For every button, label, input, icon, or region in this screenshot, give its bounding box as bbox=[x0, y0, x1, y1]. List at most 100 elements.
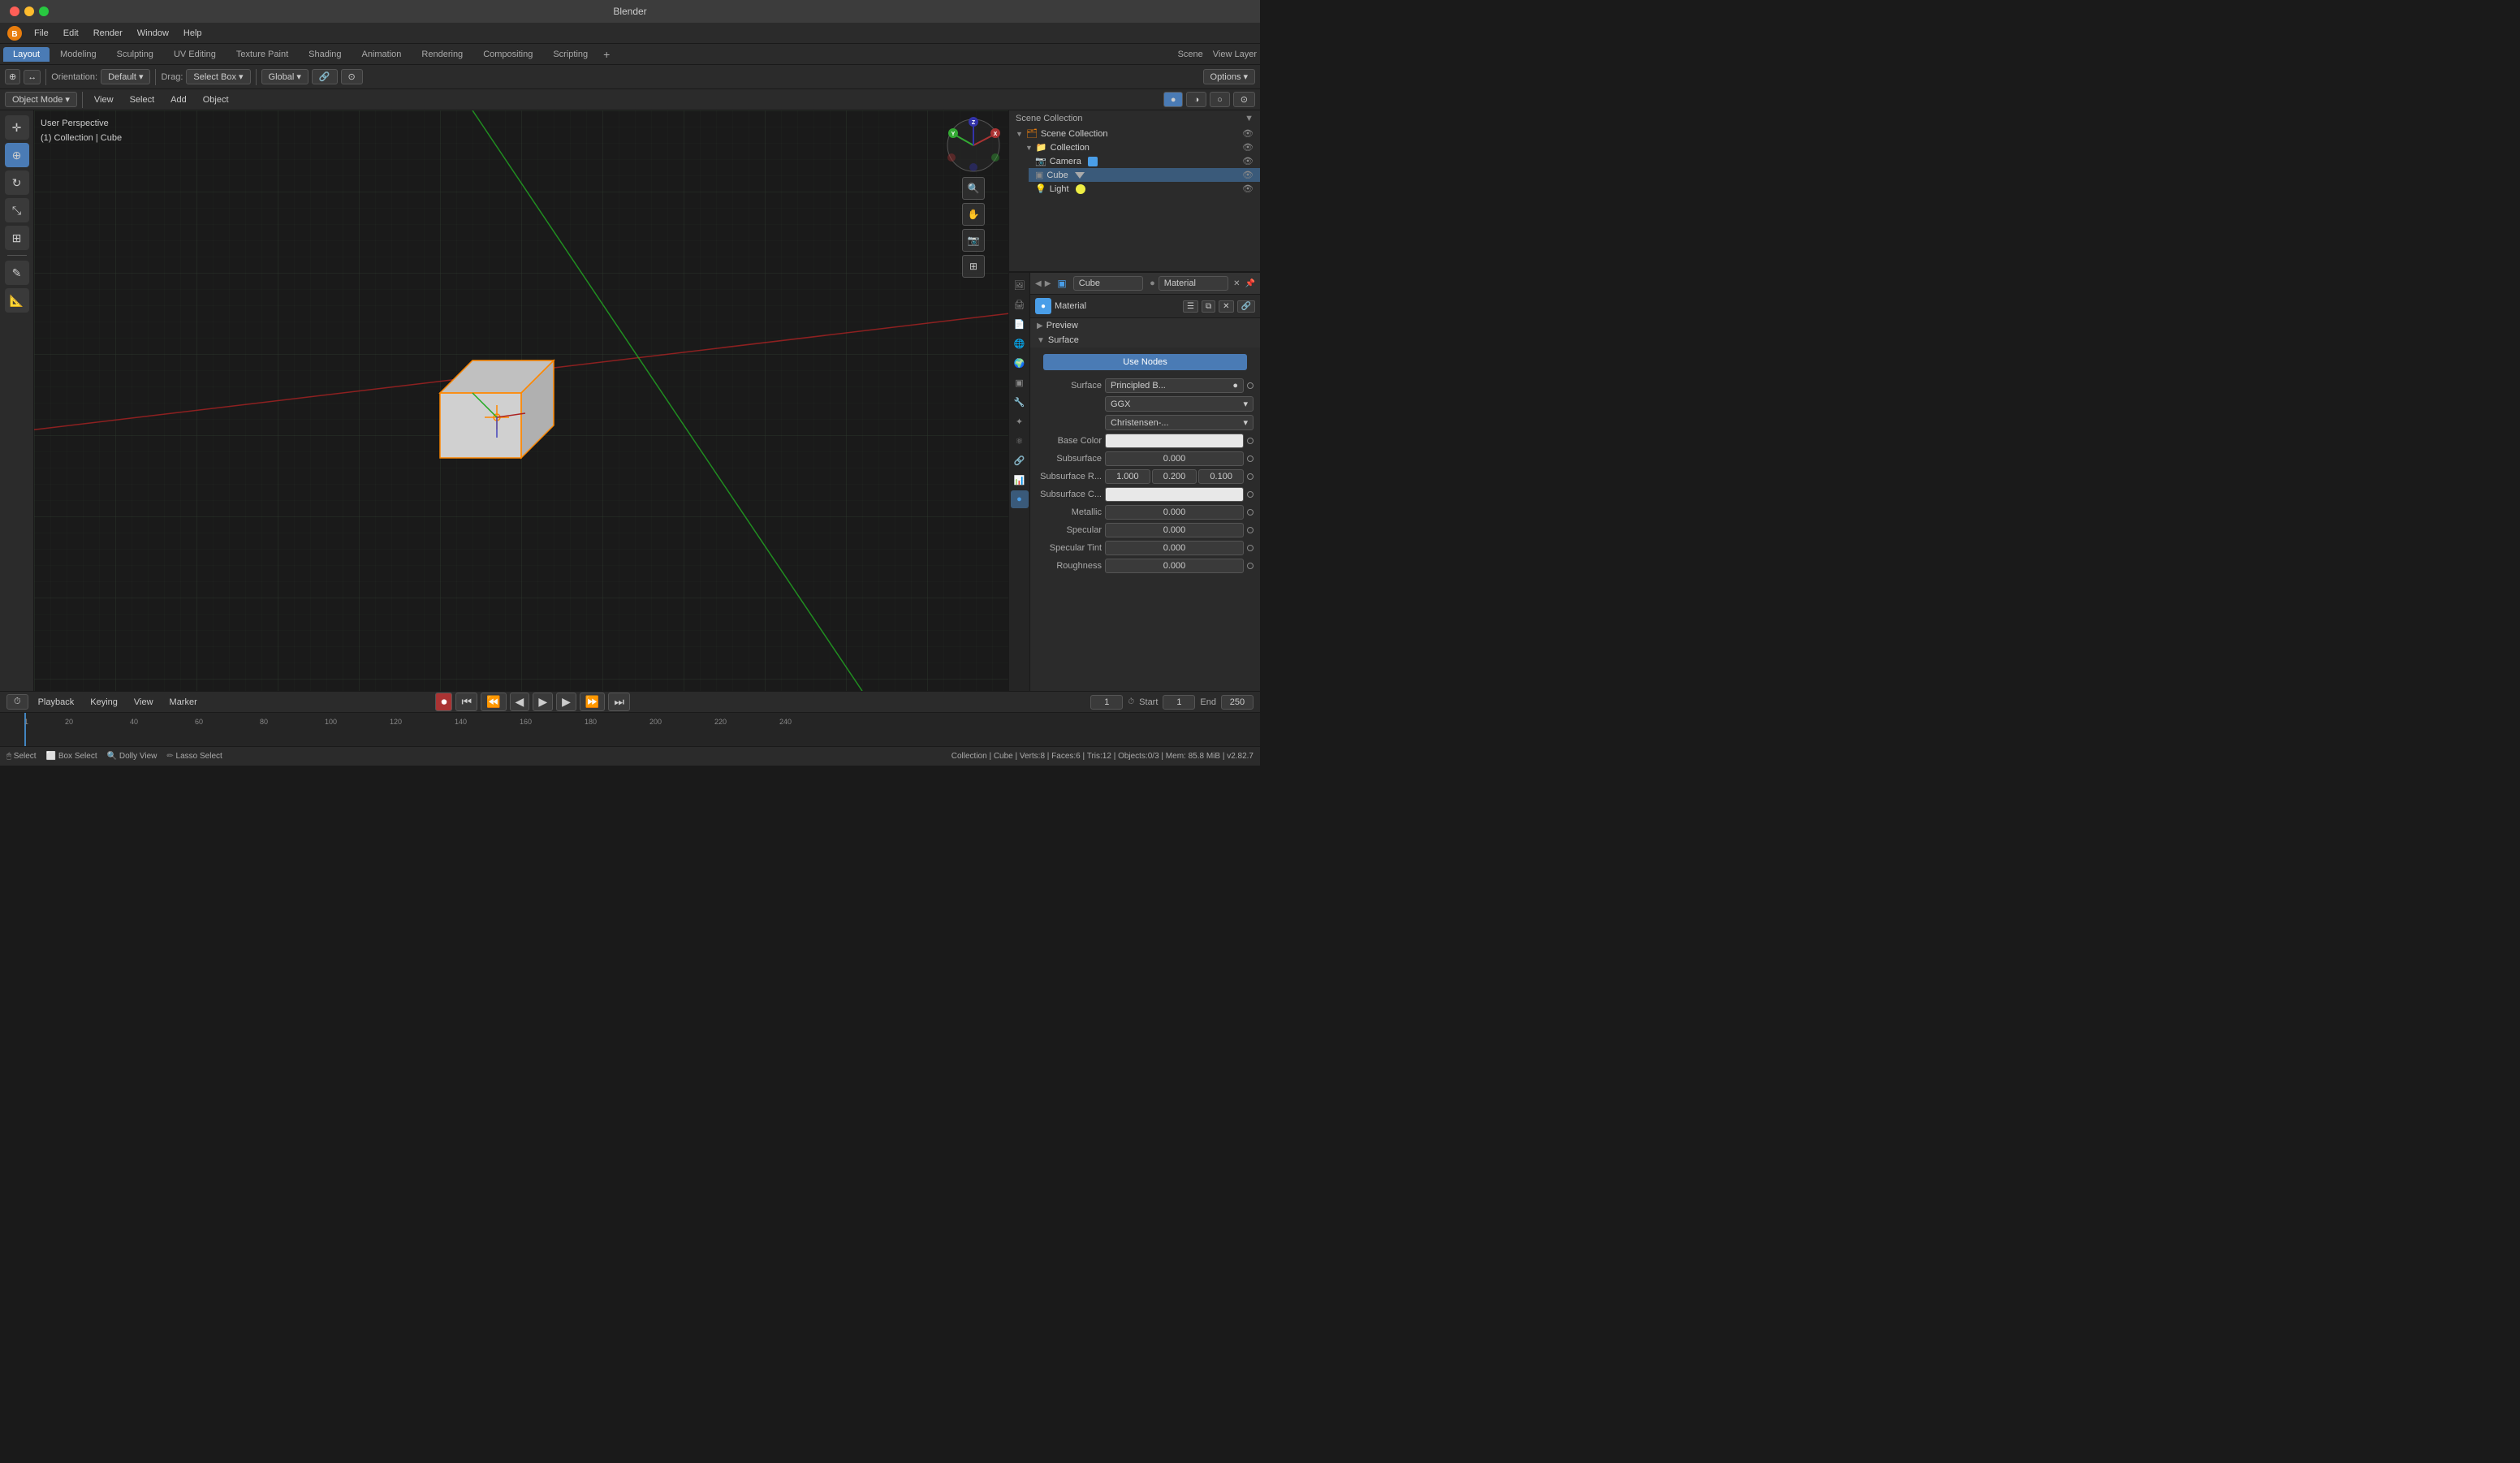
props-tab-output[interactable]: 🖨 bbox=[1011, 296, 1029, 313]
object-menu[interactable]: Object bbox=[196, 93, 235, 106]
prev-frame-btn[interactable]: ⏪ bbox=[481, 693, 506, 711]
tool-move[interactable]: ⊕ bbox=[5, 143, 29, 167]
playback-menu[interactable]: Playback bbox=[32, 696, 81, 709]
subsurface-c-swatch[interactable] bbox=[1105, 487, 1244, 502]
collection-eye[interactable]: 👁 bbox=[1242, 142, 1254, 153]
collection-item[interactable]: ▼ 📁 Collection 👁 bbox=[1019, 140, 1260, 154]
scene-selector[interactable]: Scene bbox=[1178, 50, 1203, 59]
next-frame-btn[interactable]: ⏩ bbox=[580, 693, 605, 711]
start-frame[interactable]: 1 bbox=[1163, 695, 1195, 710]
proportional-btn[interactable]: ⊙ bbox=[341, 69, 363, 84]
menu-help[interactable]: Help bbox=[177, 27, 209, 40]
tab-rendering[interactable]: Rendering bbox=[412, 47, 472, 62]
viewport-overlay[interactable]: ⊙ bbox=[1233, 92, 1255, 107]
viewport-nav-btn[interactable]: ⊕ bbox=[5, 69, 20, 84]
props-tab-data[interactable]: 📊 bbox=[1011, 471, 1029, 489]
tool-cursor[interactable]: ✛ bbox=[5, 115, 29, 140]
tab-scripting[interactable]: Scripting bbox=[543, 47, 598, 62]
outliner-filter[interactable]: ▼ bbox=[1245, 114, 1254, 123]
subsurface-r-val1[interactable]: 1.000 bbox=[1105, 469, 1150, 484]
cube-eye[interactable]: 👁 bbox=[1242, 170, 1254, 180]
props-nav-right[interactable]: ▶ bbox=[1045, 279, 1051, 288]
metallic-value[interactable]: 0.000 bbox=[1105, 505, 1244, 520]
camera-item[interactable]: 📷 Camera 👁 bbox=[1029, 154, 1260, 168]
options-btn[interactable]: Options ▾ bbox=[1203, 69, 1255, 84]
subsurface-value[interactable]: 0.000 bbox=[1105, 451, 1244, 466]
skip-end-btn[interactable]: ⏭ bbox=[608, 693, 630, 711]
specular-tint-value[interactable]: 0.000 bbox=[1105, 541, 1244, 555]
timeline-ruler[interactable]: 1 20 40 60 80 100 120 140 160 180 200 22… bbox=[0, 713, 1260, 746]
zoom-in-btn[interactable]: 🔍 bbox=[962, 177, 985, 200]
props-tab-scene[interactable]: 🌐 bbox=[1011, 334, 1029, 352]
select-menu[interactable]: Select bbox=[123, 93, 162, 106]
camera-eye[interactable]: 👁 bbox=[1242, 156, 1254, 166]
base-color-dot[interactable] bbox=[1247, 438, 1254, 444]
menu-window[interactable]: Window bbox=[131, 27, 175, 40]
zoom-out-btn[interactable]: ✋ bbox=[962, 203, 985, 226]
add-workspace-button[interactable]: + bbox=[598, 46, 615, 63]
menu-edit[interactable]: Edit bbox=[57, 27, 85, 40]
material-copy-btn[interactable]: ⧉ bbox=[1202, 300, 1215, 313]
mode-selector[interactable]: Object Mode ▾ bbox=[5, 92, 77, 107]
tab-texture-paint[interactable]: Texture Paint bbox=[227, 47, 298, 62]
subsurface-r-dot[interactable] bbox=[1247, 473, 1254, 480]
viewport-3d[interactable]: User Perspective (1) Collection | Cube X… bbox=[34, 110, 1008, 691]
subsurface-c-dot[interactable] bbox=[1247, 491, 1254, 498]
skip-start-btn[interactable]: ⏮ bbox=[455, 693, 477, 711]
props-tab-material[interactable]: ● bbox=[1011, 490, 1029, 508]
tool-scale[interactable]: ⤡ bbox=[5, 198, 29, 222]
viewport-shading-solid[interactable]: ● bbox=[1163, 92, 1184, 107]
prev-keyframe-btn[interactable]: ◀ bbox=[510, 693, 530, 711]
props-nav-left[interactable]: ◀ bbox=[1035, 279, 1042, 288]
material-pin-btn[interactable]: 🔗 bbox=[1237, 300, 1255, 313]
pin-icon[interactable]: 📌 bbox=[1245, 279, 1255, 288]
pivot-selector[interactable]: Global ▾ bbox=[261, 69, 309, 84]
tab-compositing[interactable]: Compositing bbox=[473, 47, 542, 62]
viewport-shading-render[interactable]: ○ bbox=[1210, 92, 1230, 107]
surface-section-header[interactable]: ▼ Surface bbox=[1030, 333, 1260, 347]
specular-dot[interactable] bbox=[1247, 527, 1254, 533]
material-del-btn[interactable]: ✕ bbox=[1219, 300, 1233, 313]
light-item[interactable]: 💡 Light 👁 bbox=[1029, 182, 1260, 196]
roughness-dot[interactable] bbox=[1247, 563, 1254, 569]
grid-btn[interactable]: ⊞ bbox=[962, 255, 985, 278]
navigation-gizmo[interactable]: X Y Z bbox=[945, 117, 1002, 174]
tab-sculpting[interactable]: Sculpting bbox=[107, 47, 163, 62]
shader-dot[interactable] bbox=[1247, 382, 1254, 389]
tab-shading[interactable]: Shading bbox=[299, 47, 351, 62]
tool-transform[interactable]: ⊞ bbox=[5, 226, 29, 250]
props-tab-world[interactable]: 🌍 bbox=[1011, 354, 1029, 372]
traffic-lights[interactable] bbox=[10, 6, 49, 16]
props-tab-render[interactable]: 🖼 bbox=[1011, 276, 1029, 294]
scene-collection-eye[interactable]: 👁 bbox=[1242, 128, 1254, 139]
add-menu[interactable]: Add bbox=[164, 93, 193, 106]
shader-selector[interactable]: Principled B... ● bbox=[1105, 378, 1244, 393]
tab-modeling[interactable]: Modeling bbox=[50, 47, 106, 62]
subsurface-r-val2[interactable]: 0.200 bbox=[1152, 469, 1197, 484]
tool-annotate[interactable]: ✎ bbox=[5, 261, 29, 285]
maximize-button[interactable] bbox=[39, 6, 49, 16]
props-tab-modifiers[interactable]: 🔧 bbox=[1011, 393, 1029, 411]
timeline-type-btn[interactable]: ⏱ bbox=[6, 694, 28, 710]
tab-uv-editing[interactable]: UV Editing bbox=[164, 47, 226, 62]
props-tab-object[interactable]: ▣ bbox=[1011, 373, 1029, 391]
tab-animation[interactable]: Animation bbox=[352, 47, 412, 62]
preview-section-header[interactable]: ▶ Preview bbox=[1030, 318, 1260, 333]
menu-file[interactable]: File bbox=[28, 27, 55, 40]
current-frame[interactable]: 1 bbox=[1090, 695, 1123, 710]
cube-item[interactable]: ▣ Cube 👁 bbox=[1029, 168, 1260, 182]
view-menu[interactable]: View bbox=[88, 93, 120, 106]
specular-tint-dot[interactable] bbox=[1247, 545, 1254, 551]
roughness-value[interactable]: 0.000 bbox=[1105, 559, 1244, 573]
view-layer-selector[interactable]: View Layer bbox=[1213, 50, 1257, 59]
keying-menu[interactable]: Keying bbox=[84, 696, 124, 709]
view-menu[interactable]: View bbox=[127, 696, 160, 709]
viewport-shading-material[interactable]: ◑ bbox=[1186, 92, 1206, 107]
props-tab-view-layer[interactable]: 📄 bbox=[1011, 315, 1029, 333]
tab-layout[interactable]: Layout bbox=[3, 47, 50, 62]
drag-selector[interactable]: Select Box ▾ bbox=[186, 69, 250, 84]
material-close-btn[interactable]: ✕ bbox=[1233, 279, 1240, 288]
marker-menu[interactable]: Marker bbox=[163, 696, 204, 709]
props-tab-physics[interactable]: ⚛ bbox=[1011, 432, 1029, 450]
camera-btn[interactable]: 📷 bbox=[962, 229, 985, 252]
